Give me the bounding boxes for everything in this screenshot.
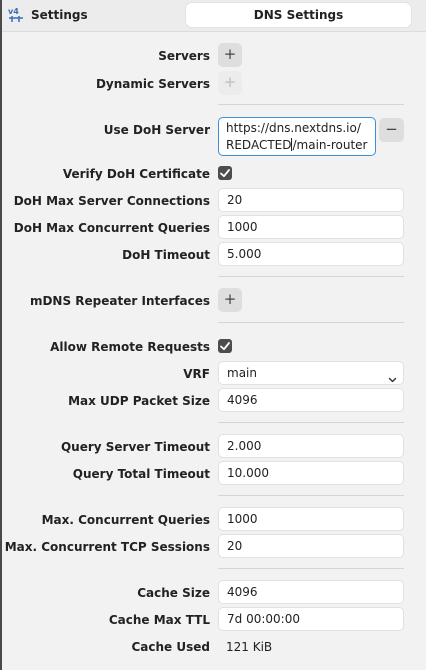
query-server-timeout-input[interactable]: 2.000 [218,434,404,458]
separator [218,422,404,423]
doh-server-text-line2b: /main-router [292,138,368,152]
doh-server-input[interactable]: https://dns.nextdns.io/REDACTED/main-rou… [218,117,376,156]
cache-used-value: 121 KiB [226,640,273,654]
query-server-timeout-label: Query Server Timeout [60,440,210,454]
verify-doh-label: Verify DoH Certificate [62,167,210,181]
doh-timeout-input[interactable]: 5.000 [218,242,404,266]
allow-remote-label: Allow Remote Requests [50,340,210,354]
header-bar: v4 Settings DNS Settings [2,0,426,32]
max-conc-tcp-input[interactable]: 20 [218,534,404,558]
plus-icon: + [223,45,237,63]
svg-text:v4: v4 [8,7,19,16]
separator [218,104,404,105]
doh-max-conn-input[interactable]: 20 [218,188,404,212]
vrf-selected-value: main [227,366,257,380]
settings-window: v4 Settings DNS Settings Servers + Dynam… [0,0,426,670]
add-mdns-interface-button[interactable]: + [218,288,242,312]
plus-icon: + [223,73,237,91]
cache-size-label: Cache Size [137,586,210,600]
query-total-timeout-input[interactable]: 10.000 [218,461,404,485]
doh-max-queries-label: DoH Max Concurrent Queries [13,221,210,235]
max-udp-label: Max UDP Packet Size [68,394,210,408]
separator [218,276,404,277]
app-title: Settings [31,8,88,22]
max-conc-queries-input[interactable]: 1000 [218,507,404,531]
settings-app-icon: v4 [8,6,24,24]
cache-used-label: Cache Used [131,640,211,654]
separator [218,495,404,496]
plus-icon: + [223,290,237,308]
page-title: DNS Settings [186,3,411,27]
mdns-label: mDNS Repeater Interfaces [29,294,210,308]
check-icon [220,342,230,351]
doh-max-conn-label: DoH Max Server Connections [13,194,210,208]
add-server-button[interactable]: + [218,43,242,67]
separator [218,322,404,323]
check-icon [220,169,230,178]
add-dynamic-server-button[interactable]: + [218,71,242,95]
doh-server-text-line2a: REDACTED [226,138,292,152]
doh-server-text-line1: https://dns.nextdns.io/ [226,121,361,135]
doh-max-queries-input[interactable]: 1000 [218,215,404,239]
allow-remote-checkbox[interactable] [218,339,232,353]
remove-doh-server-button[interactable]: − [379,118,404,142]
verify-doh-checkbox[interactable] [218,166,232,180]
servers-label: Servers [158,49,210,63]
cache-max-ttl-label: Cache Max TTL [108,613,210,627]
doh-timeout-label: DoH Timeout [122,248,210,262]
query-total-timeout-label: Query Total Timeout [72,467,210,481]
cache-size-input[interactable]: 4096 [218,580,404,604]
vrf-select[interactable]: main [218,361,404,385]
max-conc-tcp-label: Max. Concurrent TCP Sessions [4,540,210,554]
minus-icon: − [385,120,398,138]
dynamic-servers-label: Dynamic Servers [95,77,210,91]
cache-max-ttl-input[interactable]: 7d 00:00:00 [218,607,404,631]
use-doh-label: Use DoH Server [103,123,210,137]
max-udp-input[interactable]: 4096 [218,388,404,412]
separator [218,568,404,569]
max-conc-queries-label: Max. Concurrent Queries [41,513,210,527]
vrf-label: VRF [183,367,210,381]
